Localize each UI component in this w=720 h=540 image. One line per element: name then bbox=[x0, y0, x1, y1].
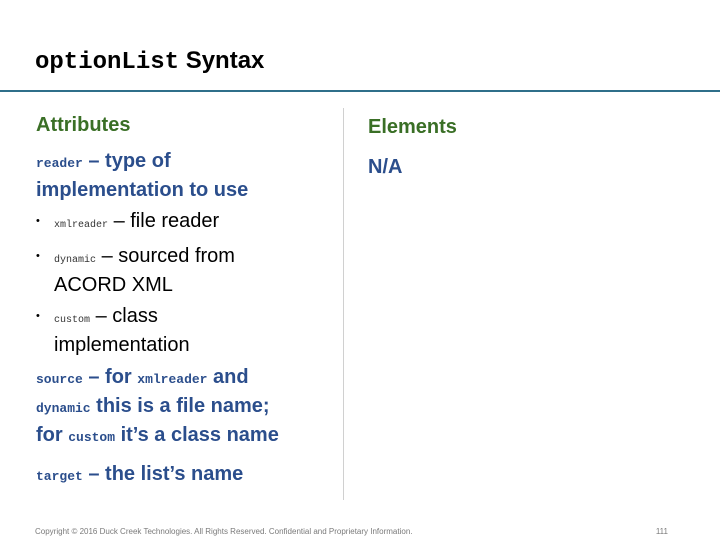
option-code: dynamic bbox=[54, 255, 97, 266]
target-text: – the list’s name bbox=[82, 463, 244, 485]
option-text-cont: implementation bbox=[54, 334, 190, 356]
source-code-custom: custom bbox=[68, 430, 116, 445]
option-code: xmlreader bbox=[54, 220, 109, 231]
source-text-1: – for bbox=[82, 366, 138, 388]
reader-text-1: – type of bbox=[82, 150, 171, 172]
column-divider bbox=[343, 108, 344, 500]
title-text: Syntax bbox=[185, 47, 265, 74]
option-text-cont: ACORD XML bbox=[54, 274, 173, 296]
title-code: optionList bbox=[35, 49, 180, 76]
list-item: • xmlreader – file reader bbox=[36, 209, 341, 238]
option-text: – file reader bbox=[108, 210, 220, 232]
reader-code: reader bbox=[36, 156, 83, 171]
target-attribute: target – the list’s name bbox=[36, 461, 341, 490]
source-text-5: it’s a class name bbox=[115, 424, 279, 446]
source-text-3: this is a file name; bbox=[90, 395, 270, 417]
slide-title: optionList Syntax bbox=[35, 46, 264, 78]
bullet-icon: • bbox=[36, 215, 40, 227]
source-code-xmlreader: xmlreader bbox=[137, 372, 208, 387]
list-item: • dynamic – sourced from ACORD XML bbox=[36, 244, 341, 298]
source-code-dynamic: dynamic bbox=[36, 401, 91, 416]
option-text: – sourced from bbox=[96, 245, 235, 267]
source-code: source bbox=[36, 372, 83, 387]
attributes-column: Attributes reader – type of implementati… bbox=[36, 112, 341, 490]
reader-text-2: implementation to use bbox=[36, 179, 249, 201]
reader-options-list: • xmlreader – file reader • dynamic – so… bbox=[36, 209, 341, 358]
reader-attribute: reader – type of implementation to use bbox=[36, 148, 341, 203]
page-number: 111 bbox=[655, 527, 668, 536]
target-code: target bbox=[36, 469, 83, 484]
list-item: • custom – class implementation bbox=[36, 304, 341, 358]
elements-heading: Elements bbox=[368, 116, 457, 138]
attributes-heading: Attributes bbox=[36, 114, 131, 136]
source-text-4: for bbox=[36, 424, 69, 446]
elements-column: Elements N/A bbox=[368, 114, 688, 180]
elements-value: N/A bbox=[368, 156, 403, 178]
source-text-2: and bbox=[207, 366, 249, 388]
source-attribute: source – for xmlreader and dynamic this … bbox=[36, 364, 341, 451]
bullet-icon: • bbox=[36, 310, 40, 322]
option-code: custom bbox=[54, 315, 91, 326]
bullet-icon: • bbox=[36, 250, 40, 262]
option-text: – class bbox=[90, 305, 158, 327]
copyright-footer: Copyright © 2016 Duck Creek Technologies… bbox=[35, 527, 413, 536]
title-divider bbox=[0, 90, 720, 92]
